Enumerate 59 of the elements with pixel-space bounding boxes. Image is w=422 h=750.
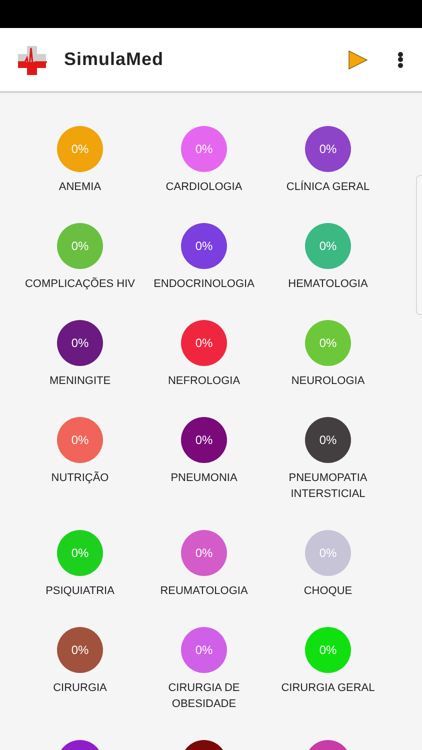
progress-percent: 0% [319, 238, 337, 255]
progress-percent: 0% [195, 335, 213, 352]
progress-percent: 0% [71, 141, 89, 158]
specialty-item[interactable]: 0% ANEMIA [18, 126, 142, 195]
specialty-item[interactable]: 0% CLÍNICA GERAL [266, 126, 390, 195]
specialty-item[interactable]: 0% CIRURGIA [18, 627, 142, 712]
specialty-label: ENDOCRINOLOGIA [154, 277, 254, 292]
specialty-item[interactable]: 0% HEMATOLOGIA [266, 223, 390, 292]
progress-percent: 0% [319, 335, 337, 352]
app-title: SimulaMed [64, 48, 164, 71]
progress-percent: 0% [319, 545, 337, 562]
specialty-label: PNEUMONIA [170, 471, 238, 486]
specialty-label: CARDIOLOGIA [166, 180, 242, 195]
specialty-label: HEMATOLOGIA [288, 277, 368, 292]
specialty-label: PSIQUIATRIA [46, 584, 114, 599]
progress-percent: 0% [195, 141, 213, 158]
progress-percent: 0% [71, 238, 89, 255]
specialty-item[interactable]: 0% PNEUMOPATIA INTERSTICIAL [266, 417, 390, 502]
specialty-item[interactable]: 0% NEUROLOGIA [266, 320, 390, 389]
progress-percent: 0% [71, 642, 89, 659]
logo-icon [17, 44, 47, 74]
specialty-item[interactable]: 0% CIRURGIA GERAL [266, 627, 390, 712]
specialty-label: PNEUMOPATIA INTERSTICIAL [288, 471, 368, 502]
progress-percent: 0% [319, 432, 337, 449]
specialty-item[interactable]: 0% PSIQUIATRIA [18, 530, 142, 599]
specialty-label: MENINGITE [49, 374, 111, 389]
specialty-label: CLÍNICA GERAL [286, 180, 370, 195]
side-handle[interactable] [416, 175, 422, 315]
progress-percent: 0% [195, 432, 213, 449]
progress-percent: 0% [195, 545, 213, 562]
progress-percent: 0% [71, 545, 89, 562]
specialty-item[interactable]: 0% CARDIOLOGIA [142, 126, 266, 195]
play-button[interactable] [346, 48, 370, 72]
specialty-item[interactable]: 0% NUTRIÇÃO [18, 417, 142, 502]
specialty-label: ANEMIA [58, 180, 102, 195]
specialty-item[interactable]: 0% COMPLICAÇÕES HIV [18, 223, 142, 292]
specialty-label: REUMATOLOGIA [160, 584, 248, 599]
progress-percent: 0% [195, 642, 213, 659]
specialty-label: CHOQUE [304, 584, 352, 599]
specialty-item[interactable]: 0% CHOQUE [266, 530, 390, 599]
specialty-label: CIRURGIA GERAL [281, 681, 375, 696]
specialty-label: NEUROLOGIA [291, 374, 365, 389]
specialty-label: NEFROLOGIA [168, 374, 240, 389]
specialty-item[interactable]: 0% PNEUMONIA [142, 417, 266, 502]
progress-percent: 0% [195, 238, 213, 255]
specialty-item[interactable]: 0% CIRURGIA DE OBESIDADE [142, 627, 266, 712]
specialty-label: CIRURGIA [53, 681, 107, 696]
specialty-item[interactable]: 0% REUMATOLOGIA [142, 530, 266, 599]
progress-percent: 0% [71, 432, 89, 449]
specialty-label: NUTRIÇÃO [51, 470, 109, 486]
progress-percent: 0% [319, 141, 337, 158]
specialty-item[interactable]: 0% ENDOCRINOLOGIA [142, 223, 266, 292]
specialty-item[interactable]: 0% MENINGITE [18, 320, 142, 389]
specialty-label: COMPLICAÇÕES HIV [24, 276, 136, 292]
progress-percent: 0% [71, 335, 89, 352]
specialty-item[interactable]: 0% NEFROLOGIA [142, 320, 266, 389]
progress-percent: 0% [319, 642, 337, 659]
play-icon [348, 50, 368, 70]
specialty-label: CIRURGIA DE OBESIDADE [167, 681, 241, 712]
